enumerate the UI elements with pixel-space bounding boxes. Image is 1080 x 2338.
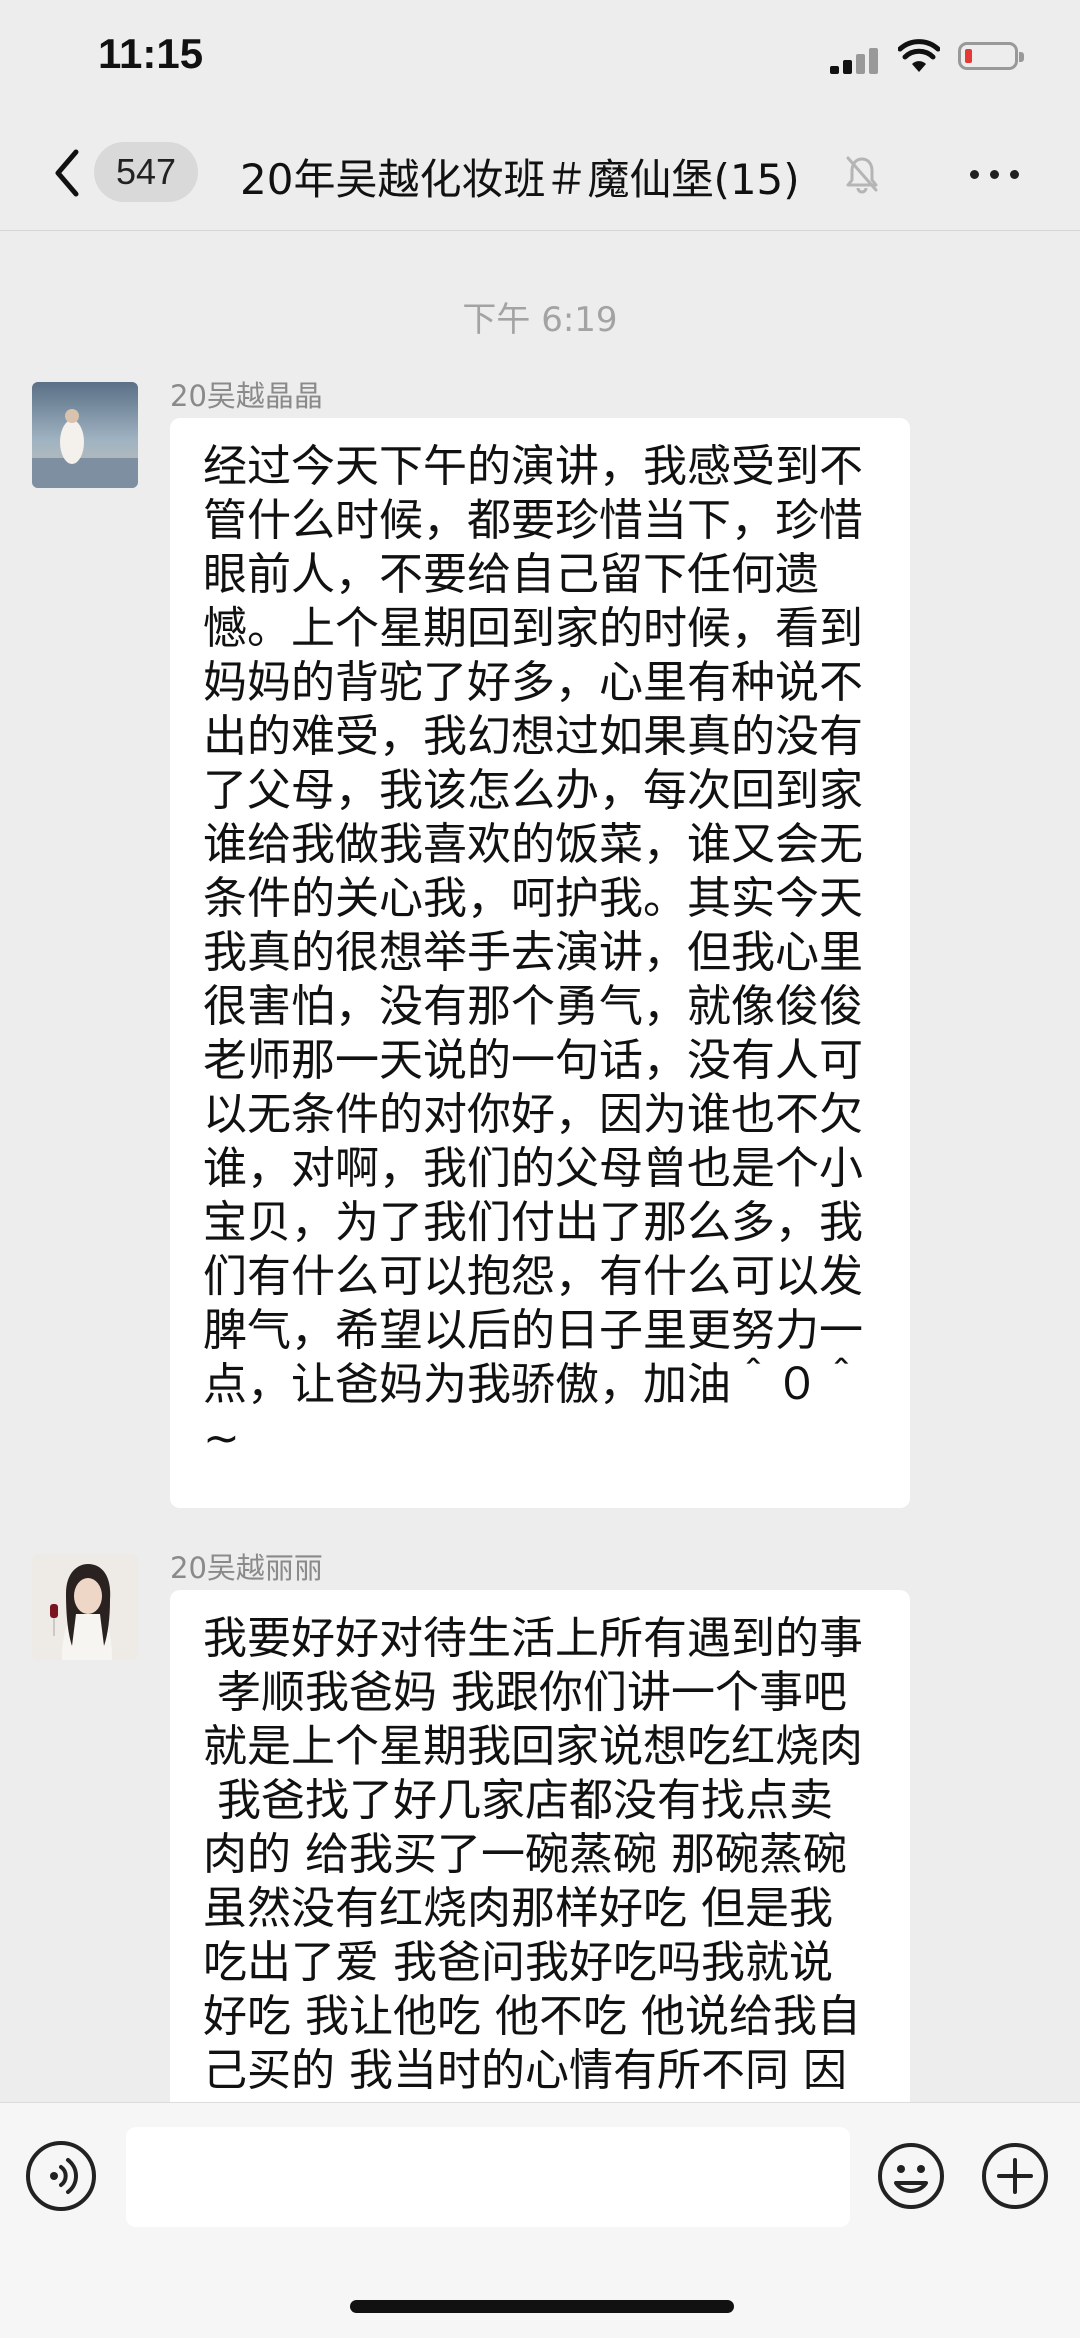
avatar[interactable] xyxy=(32,1554,138,1660)
home-indicator[interactable] xyxy=(350,2300,734,2313)
plus-circle-icon[interactable] xyxy=(980,2141,1050,2211)
message-line: 谁，对啊，我们的父母曾也是个小 xyxy=(203,1143,863,1194)
message-line: 我要好好对待生活上所有遇到的事 xyxy=(203,1613,863,1664)
message-bubble[interactable]: 我要好好对待生活上所有遇到的事 孝顺我爸妈 我跟你们讲一个事吧 就是上个星期我回… xyxy=(170,1590,910,2110)
status-bar: 11:15 xyxy=(0,0,1080,120)
sender-name: 20吴越丽丽 xyxy=(170,1551,323,1585)
message-line: 脾气，希望以后的日子里更努力一 xyxy=(203,1305,863,1356)
status-time: 11:15 xyxy=(98,30,204,77)
battery-icon xyxy=(958,42,1024,70)
message-line: 条件的关心我，呵护我。其实今天 xyxy=(203,873,863,924)
voice-icon[interactable] xyxy=(26,2141,96,2211)
message-line: 孝顺我爸妈 我跟你们讲一个事吧 xyxy=(203,1667,847,1718)
message-bubble[interactable]: 经过今天下午的演讲，我感受到不 管什么时候，都要珍惜当下，珍惜 眼前人，不要给自… xyxy=(170,418,910,1508)
message-line: 就是上个星期我回家说想吃红烧肉 xyxy=(203,1721,863,1772)
message-line: 出的难受，我幻想过如果真的没有 xyxy=(203,711,863,762)
message-line: 点，让爸妈为我骄傲，加油＾０＾ xyxy=(203,1359,863,1410)
message-line: 谁给我做我喜欢的饭菜，谁又会无 xyxy=(203,819,863,870)
cellular-signal-icon xyxy=(830,46,886,74)
message-line: 吃出了爱 我爸问我好吃吗我就说 xyxy=(203,1937,833,1988)
message-line: 们有什么可以抱怨，有什么可以发 xyxy=(203,1251,863,1302)
message-line: 很害怕，没有那个勇气，就像俊俊 xyxy=(203,981,863,1032)
message-line: 肉的 给我买了一碗蒸碗 那碗蒸碗 xyxy=(203,1829,847,1880)
message-line: 好吃 我让他吃 他不吃 他说给我自 xyxy=(203,1991,861,2042)
message-line: 己买的 我当时的心情有所不同 因 xyxy=(203,2045,847,2096)
message-line: 我爸找了好几家店都没有找点卖 xyxy=(203,1775,833,1826)
avatar[interactable] xyxy=(32,382,138,488)
message-line: 管什么时候，都要珍惜当下，珍惜 xyxy=(203,495,863,546)
message-line: 宝贝，为了我们付出了那么多，我 xyxy=(203,1197,863,1248)
message-line: 憾。上个星期回到家的时候，看到 xyxy=(203,603,863,654)
chat-title: 20年吴越化妆班＃魔仙堡(15) xyxy=(240,155,800,204)
message-timestamp: 下午 6:19 xyxy=(462,300,618,340)
smiley-icon[interactable] xyxy=(876,2141,946,2211)
message-line: 了父母，我该怎么办，每次回到家 xyxy=(203,765,863,816)
unread-count-badge[interactable]: 547 xyxy=(94,142,198,202)
message-line: 虽然没有红烧肉那样好吃 但是我 xyxy=(203,1883,833,1934)
message-input[interactable] xyxy=(126,2127,850,2227)
chevron-left-icon[interactable] xyxy=(48,146,88,200)
message-line: 妈妈的背驼了好多，心里有种说不 xyxy=(203,657,863,708)
message-line: 经过今天下午的演讲，我感受到不 xyxy=(203,441,863,492)
more-horizontal-icon[interactable] xyxy=(968,164,1024,184)
avatar-image xyxy=(32,382,138,488)
message-line: 以无条件的对你好，因为谁也不欠 xyxy=(203,1089,863,1140)
sender-name: 20吴越晶晶 xyxy=(170,379,323,413)
message-line: 老师那一天说的一句话，没有人可 xyxy=(203,1035,863,1086)
wifi-icon xyxy=(898,39,940,72)
chat-header: 547 20年吴越化妆班＃魔仙堡(15) xyxy=(0,120,1080,231)
bell-off-icon xyxy=(846,156,878,194)
message-line: 眼前人，不要给自己留下任何遗 xyxy=(203,549,819,600)
avatar-image xyxy=(32,1554,138,1660)
message-line: ~ xyxy=(203,1413,240,1464)
message-line: 我真的很想举手去演讲，但我心里 xyxy=(203,927,863,978)
